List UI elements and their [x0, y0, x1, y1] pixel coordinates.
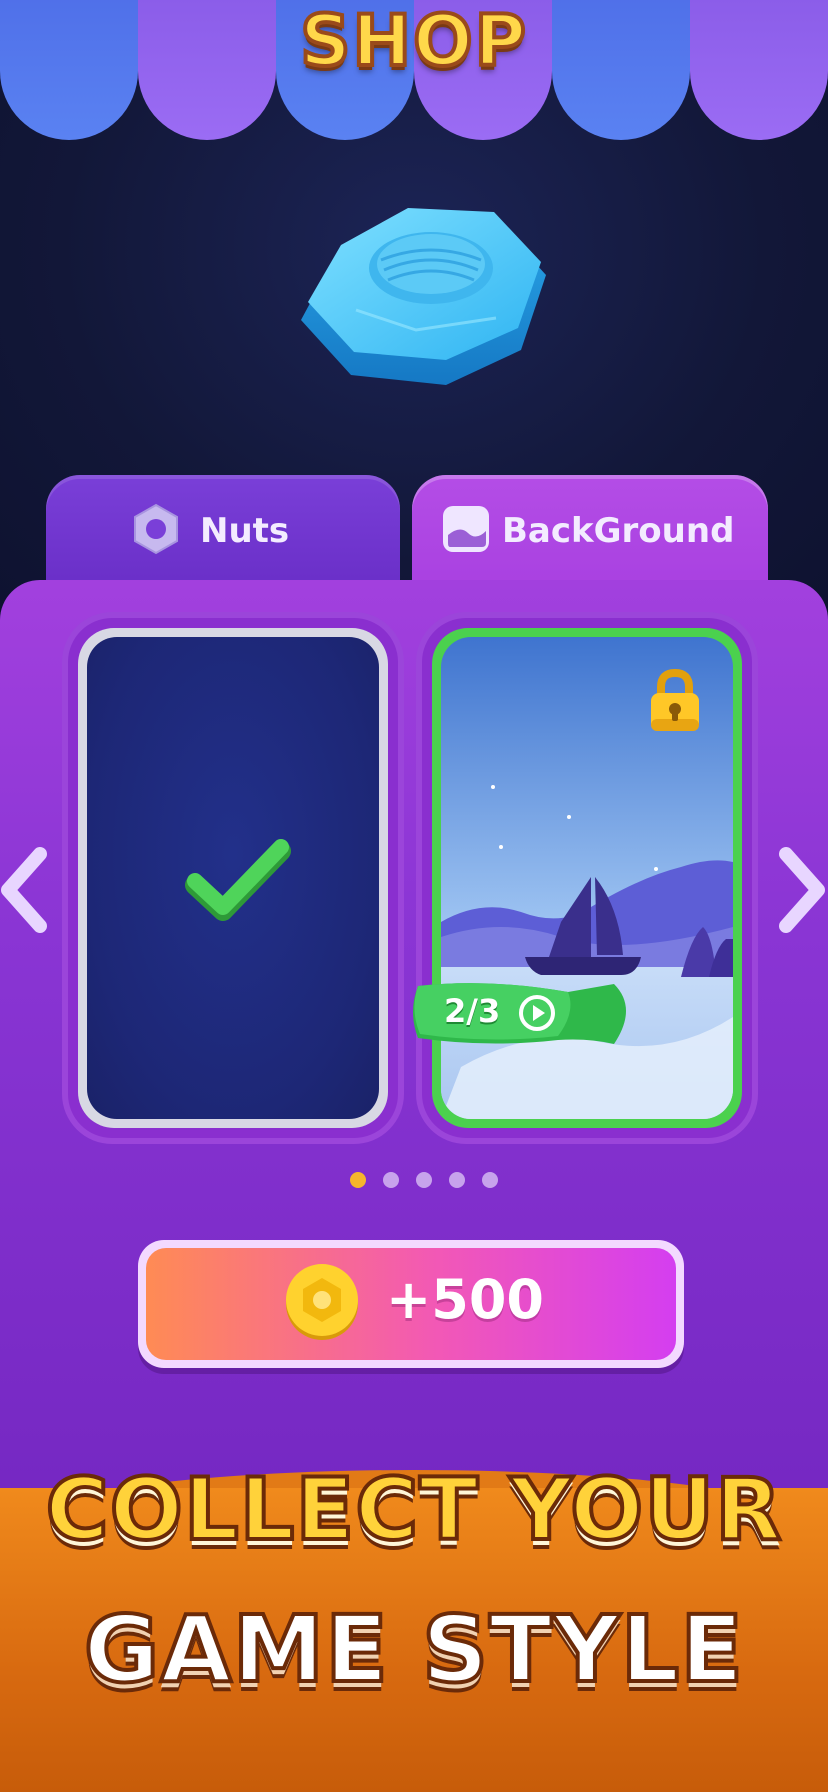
gold-nut-coin-icon [282, 1262, 362, 1342]
progress-label: 2/3 [444, 992, 501, 1030]
background-card-locked[interactable]: 2/3 [413, 618, 752, 1138]
pagination-dot[interactable] [416, 1172, 432, 1188]
slogan-line-1: COLLECT YOUR [44, 1458, 784, 1562]
landscape-icon [440, 503, 492, 555]
play-video-icon [518, 994, 556, 1036]
previous-arrow-icon[interactable] [0, 840, 60, 940]
next-arrow-icon[interactable] [770, 840, 828, 940]
hex-nut-icon [130, 503, 182, 555]
card-preview [87, 637, 379, 1119]
card-frame [78, 628, 388, 1128]
tab-nuts-label: Nuts [200, 511, 290, 551]
coin-amount-label: +500 [386, 1268, 544, 1331]
nut-preview-icon [296, 200, 556, 410]
pagination-dot[interactable] [482, 1172, 498, 1188]
pagination-dot[interactable] [449, 1172, 465, 1188]
tab-nuts[interactable]: Nuts [46, 475, 400, 585]
watch-ad-progress-ribbon[interactable]: 2/3 [408, 978, 638, 1048]
get-coins-button[interactable]: +500 [138, 1240, 684, 1368]
pagination-dot[interactable] [383, 1172, 399, 1188]
shop-title: SHOP [298, 0, 528, 84]
pagination-dots [350, 1172, 498, 1188]
tab-background-label: BackGround [502, 511, 735, 551]
checkmark-icon [183, 837, 293, 931]
lock-icon [647, 667, 703, 737]
slogan-line-2: GAME STYLE [82, 1594, 745, 1705]
pagination-dot[interactable] [350, 1172, 366, 1188]
background-card-selected[interactable] [68, 618, 398, 1138]
card-frame [432, 628, 742, 1128]
